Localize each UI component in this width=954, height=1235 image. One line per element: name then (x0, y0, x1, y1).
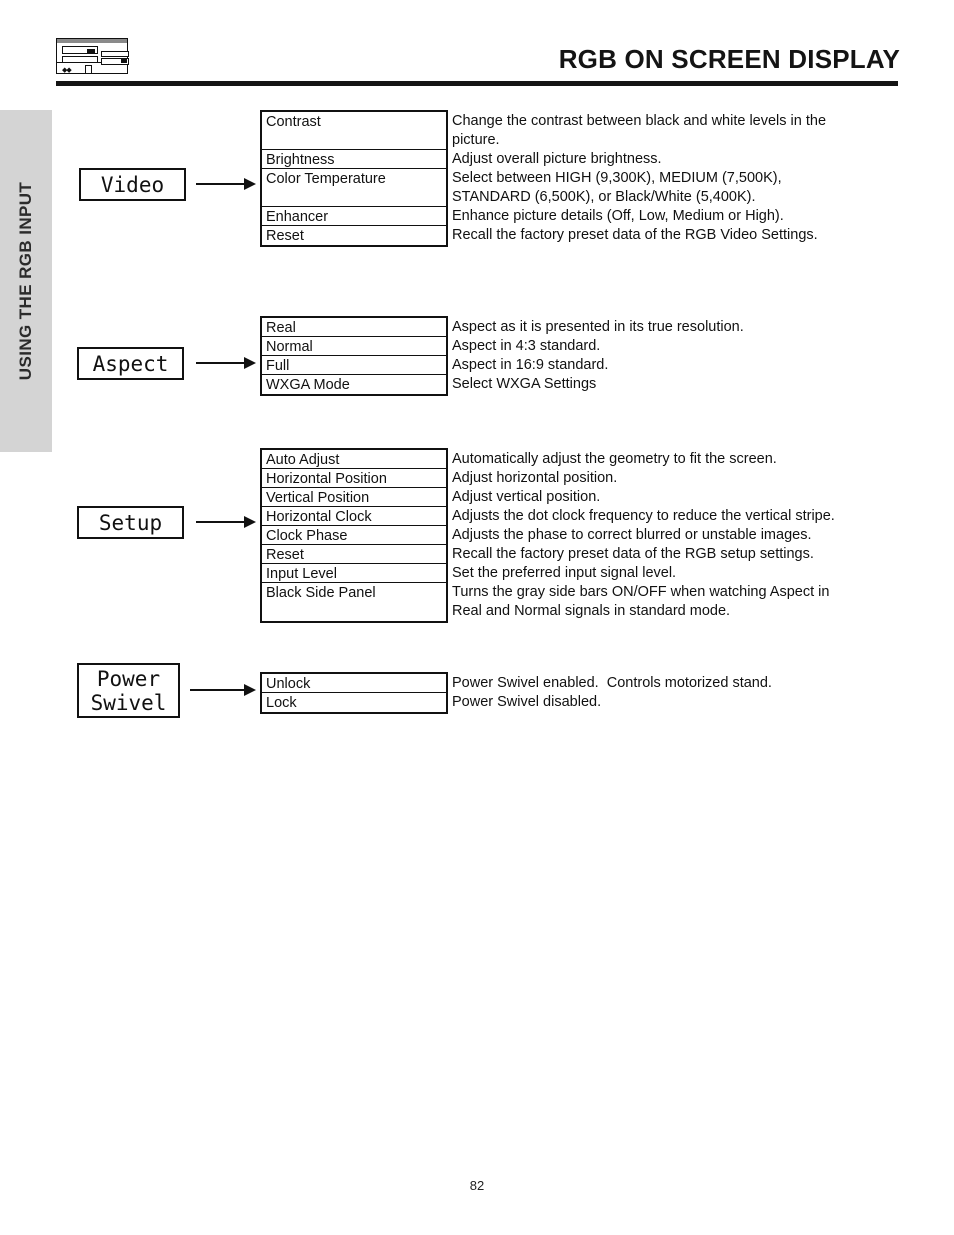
menu-node-video[interactable]: Video (79, 168, 186, 201)
description-block-video: Change the contrast between black and wh… (452, 112, 826, 245)
menu-node-label: Setup (98, 510, 163, 535)
logo-upper-panel (57, 43, 129, 65)
menu-item[interactable]: Reset (262, 545, 446, 564)
description-line: Adjust horizontal position. (452, 470, 618, 486)
description-line: Set the preferred input signal level. (452, 565, 677, 581)
menu-item[interactable]: Unlock (262, 674, 446, 693)
menu-node-aspect[interactable]: Aspect (77, 347, 184, 380)
menu-node-label: Power Swivel (90, 666, 167, 715)
menu-item[interactable]: Horizontal Position (262, 469, 446, 488)
description-line: Enhance picture details (Off, Low, Mediu… (452, 208, 784, 224)
arrow-setup (196, 516, 256, 528)
menu-item[interactable]: Enhancer (262, 207, 446, 226)
description-line: Adjust vertical position. (452, 489, 601, 505)
arrow-head-icon (244, 516, 256, 528)
description-line: Change the contrast between black and wh… (452, 113, 827, 129)
description-line: Power Swivel enabled. Controls motorized… (452, 675, 772, 691)
arrow-video (196, 178, 256, 190)
logo-diamonds-icon: ◆◆ (62, 67, 72, 74)
chapter-tab-label: USING THE RGB INPUT (16, 181, 35, 381)
description-line: Aspect as it is presented in its true re… (452, 319, 744, 335)
description-line: Select between HIGH (9,300K), MEDIUM (7,… (452, 170, 782, 186)
arrow-shaft (196, 362, 246, 364)
description-line: Recall the factory preset data of the RG… (452, 546, 814, 562)
header-divider (56, 81, 898, 86)
description-line: Real and Normal signals in standard mode… (452, 603, 731, 619)
description-line: Adjusts the dot clock frequency to reduc… (452, 508, 835, 524)
description-line: Adjust overall picture brightness. (452, 151, 662, 167)
menu-item[interactable]: Clock Phase (262, 526, 446, 545)
menu-item[interactable]: Black Side Panel (262, 583, 446, 621)
logo-bar-d-dot (121, 59, 127, 63)
description-line: Aspect in 4:3 standard. (452, 338, 601, 354)
logo-bar-a (62, 46, 98, 54)
menu-item[interactable]: Real (262, 318, 446, 337)
description-line: Automatically adjust the geometry to fit… (452, 451, 777, 467)
description-line: Power Swivel disabled. (452, 694, 602, 710)
description-block-setup: Automatically adjust the geometry to fit… (452, 450, 835, 621)
menu-item[interactable]: Reset (262, 226, 446, 245)
menu-item[interactable]: Brightness (262, 150, 446, 169)
menu-list-aspect: Real Normal Full WXGA Mode (260, 316, 448, 396)
menu-item[interactable]: Full (262, 356, 446, 375)
logo-small-box (85, 65, 92, 74)
logo-lower-panel: ◆◆ (57, 64, 127, 75)
description-line: Recall the factory preset data of the RG… (452, 227, 818, 243)
arrow-shaft (190, 689, 246, 691)
description-line: Turns the gray side bars ON/OFF when wat… (452, 584, 830, 600)
arrow-head-icon (244, 684, 256, 696)
description-block-power-swivel: Power Swivel enabled. Controls motorized… (452, 674, 772, 712)
description-line: STANDARD (6,500K), or Black/White (5,400… (452, 189, 756, 205)
arrow-shaft (196, 183, 246, 185)
arrow-head-icon (244, 178, 256, 190)
menu-node-label: Aspect (92, 351, 169, 376)
menu-list-video: Contrast Brightness Color Temperature Enhan… (260, 110, 448, 247)
menu-item[interactable]: Vertical Position (262, 488, 446, 507)
menu-list-setup: Auto Adjust Horizontal Position Vertical P… (260, 448, 448, 623)
menu-item[interactable]: Lock (262, 693, 446, 712)
product-logo: ◆◆ (56, 38, 129, 75)
menu-item[interactable]: Horizontal Clock (262, 507, 446, 526)
logo-bar-c (101, 51, 129, 57)
page-title: RGB ON SCREEN DISPLAY (558, 44, 900, 74)
description-line: picture. (452, 132, 500, 148)
menu-item[interactable]: Contrast (262, 112, 446, 150)
menu-item[interactable]: WXGA Mode (262, 375, 446, 394)
arrow-aspect (196, 357, 256, 369)
page-number: 82 (469, 1178, 485, 1193)
description-line: Adjusts the phase to correct blurred or … (452, 527, 812, 543)
arrow-shaft (196, 521, 246, 523)
arrow-power-swivel (190, 684, 256, 696)
menu-list-power-swivel: Unlock Lock (260, 672, 448, 714)
description-block-aspect: Aspect as it is presented in its true re… (452, 318, 744, 394)
menu-item[interactable]: Input Level (262, 564, 446, 583)
arrow-head-icon (244, 357, 256, 369)
description-line: Select WXGA Settings (452, 376, 597, 392)
menu-item[interactable]: Normal (262, 337, 446, 356)
description-line: Aspect in 16:9 standard. (452, 357, 609, 373)
menu-item[interactable]: Color Temperature (262, 169, 446, 207)
menu-node-setup[interactable]: Setup (77, 506, 184, 539)
menu-node-label: Video (100, 172, 165, 197)
logo-bar-a-dot (87, 49, 95, 53)
logo-bar-b (62, 56, 98, 63)
chapter-tab: USING THE RGB INPUT (0, 110, 52, 452)
menu-node-power-swivel[interactable]: Power Swivel (77, 663, 180, 718)
menu-item[interactable]: Auto Adjust (262, 450, 446, 469)
